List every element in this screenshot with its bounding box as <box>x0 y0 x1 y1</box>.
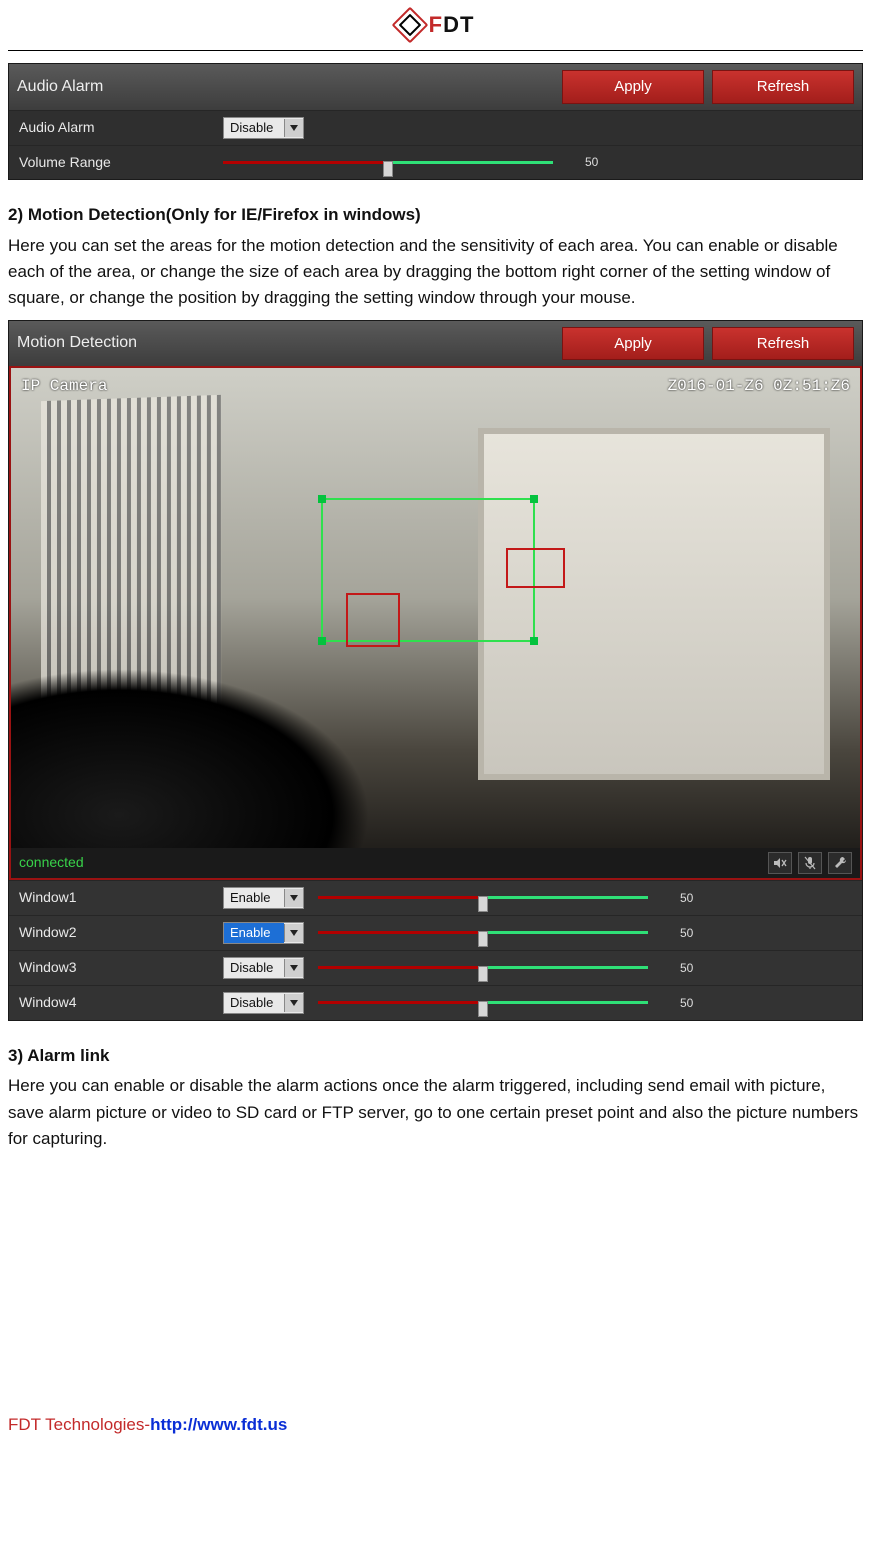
sensitivity-slider[interactable] <box>318 960 648 976</box>
sensitivity-value: 50 <box>680 889 710 908</box>
volume-range-row: Volume Range 50 <box>9 145 862 180</box>
audio-alarm-label: Audio Alarm <box>19 117 209 139</box>
slider-thumb-icon[interactable] <box>478 966 488 982</box>
slider-thumb-icon[interactable] <box>478 931 488 947</box>
window-mode-select[interactable]: Enable <box>223 887 304 909</box>
audio-alarm-row: Audio Alarm Disable <box>9 110 862 145</box>
audio-alarm-panel: Audio Alarm Apply Refresh Audio Alarm Di… <box>8 63 863 180</box>
detection-window-red-1[interactable] <box>346 593 400 647</box>
sensitivity-value: 50 <box>680 959 710 978</box>
audio-alarm-title: Audio Alarm <box>17 75 554 100</box>
detection-window-red-2[interactable] <box>506 548 565 588</box>
section-2-heading: 2) Motion Detection(Only for IE/Firefox … <box>8 202 863 228</box>
refresh-button[interactable]: Refresh <box>712 327 854 360</box>
camera-preview[interactable]: IP Camera Z016-01-Z6 0Z:51:Z6 connected <box>9 366 862 880</box>
apply-button[interactable]: Apply <box>562 70 704 103</box>
volume-value: 50 <box>585 153 615 172</box>
window-label: Window2 <box>19 922 209 944</box>
logo-mark-icon <box>391 7 428 44</box>
section-3-body: Here you can enable or disable the alarm… <box>8 1073 863 1152</box>
volume-range-label: Volume Range <box>19 152 209 174</box>
audio-alarm-select[interactable]: Disable <box>223 117 304 139</box>
sensitivity-slider[interactable] <box>318 925 648 941</box>
window-mode-select[interactable]: Disable <box>223 992 304 1014</box>
chevron-down-icon <box>284 994 303 1012</box>
speaker-mute-icon[interactable] <box>768 852 792 874</box>
brand-logo: FDT <box>397 8 475 42</box>
motion-window-row: Window3 Disable 50 <box>9 950 862 985</box>
window-label: Window3 <box>19 957 209 979</box>
slider-thumb-icon[interactable] <box>478 896 488 912</box>
chevron-down-icon <box>284 959 303 977</box>
motion-window-row: Window2 Enable 50 <box>9 915 862 950</box>
window-mode-select[interactable]: Disable <box>223 957 304 979</box>
section-2-body: Here you can set the areas for the motio… <box>8 233 863 312</box>
chevron-down-icon <box>284 119 303 137</box>
logo-text: FDT <box>429 8 475 42</box>
chevron-down-icon <box>284 924 303 942</box>
section-3-text: 3) Alarm link Here you can enable or dis… <box>8 1043 863 1152</box>
motion-detection-panel: Motion Detection Apply Refresh IP Camera… <box>8 320 863 1021</box>
motion-window-row: Window1 Enable 50 <box>9 880 862 915</box>
sensitivity-slider[interactable] <box>318 890 648 906</box>
osd-timestamp: Z016-01-Z6 0Z:51:Z6 <box>668 374 850 399</box>
refresh-button[interactable]: Refresh <box>712 70 854 103</box>
page-footer: FDT Technologies-http://www.fdt.us <box>8 1412 863 1438</box>
slider-thumb-icon[interactable] <box>478 1001 488 1017</box>
audio-alarm-titlebar: Audio Alarm Apply Refresh <box>9 64 862 109</box>
chevron-down-icon <box>284 889 303 907</box>
volume-slider[interactable] <box>223 154 553 170</box>
window-label: Window1 <box>19 887 209 909</box>
section-2-text: 2) Motion Detection(Only for IE/Firefox … <box>8 202 863 311</box>
section-3-heading: 3) Alarm link <box>8 1043 863 1069</box>
window-label: Window4 <box>19 992 209 1014</box>
sensitivity-slider[interactable] <box>318 995 648 1011</box>
motion-title: Motion Detection <box>17 331 554 356</box>
connection-status: connected <box>19 852 84 874</box>
camera-status-bar: connected <box>11 848 860 878</box>
motion-titlebar: Motion Detection Apply Refresh <box>9 321 862 366</box>
slider-thumb-icon[interactable] <box>383 161 393 177</box>
motion-window-row: Window4 Disable 50 <box>9 985 862 1020</box>
footer-company: FDT Technologies- <box>8 1415 150 1434</box>
footer-url[interactable]: http://www.fdt.us <box>150 1415 287 1434</box>
sensitivity-value: 50 <box>680 924 710 943</box>
sensitivity-value: 50 <box>680 994 710 1013</box>
mic-mute-icon[interactable] <box>798 852 822 874</box>
window-mode-select[interactable]: Enable <box>223 922 304 944</box>
wrench-icon[interactable] <box>828 852 852 874</box>
document-header: FDT <box>8 0 863 51</box>
osd-camera-name: IP Camera <box>21 374 107 399</box>
apply-button[interactable]: Apply <box>562 327 704 360</box>
